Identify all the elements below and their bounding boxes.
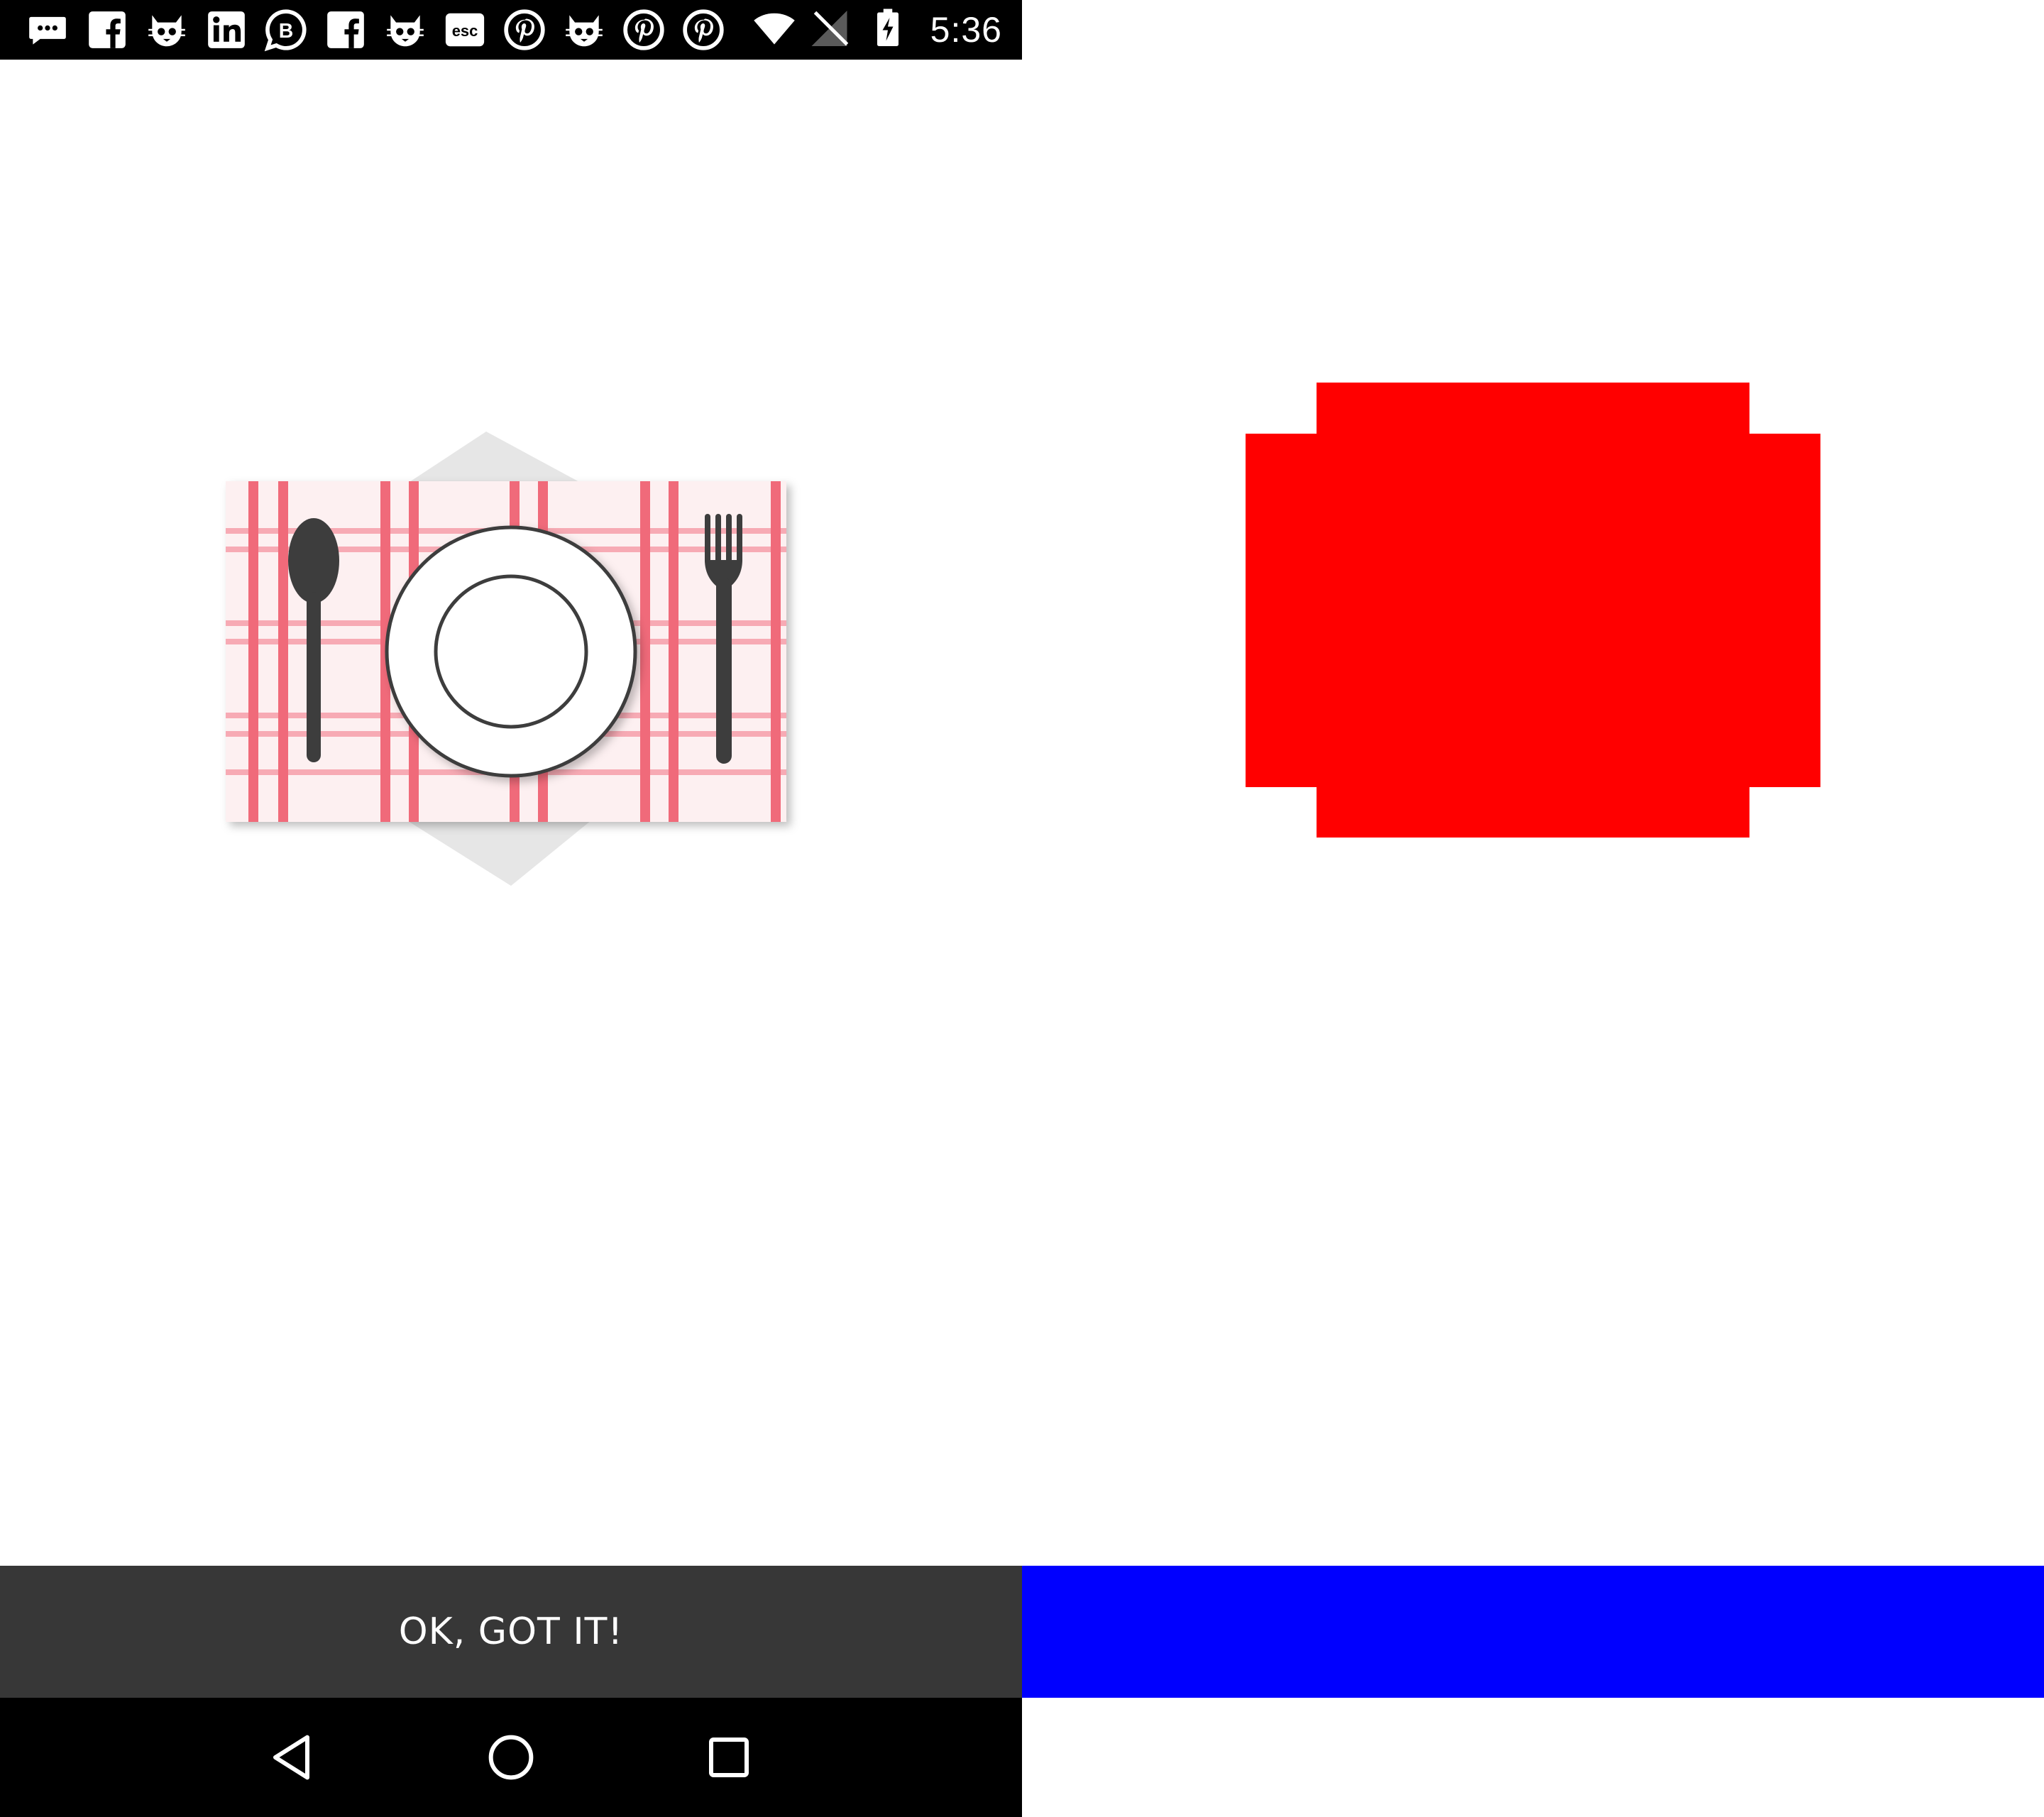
pinterest-icon: [619, 5, 669, 55]
phone-screen: B esc 5:36 OK, GOT IT!: [0, 0, 1022, 1817]
plate: [385, 525, 637, 778]
linkedin-icon: [202, 5, 251, 55]
notification-icons: B esc: [23, 5, 728, 55]
cat-app-icon: [142, 5, 192, 55]
pinterest-icon: [678, 5, 728, 55]
image-region-highlight: [1749, 434, 1820, 787]
battery-charging-icon: [867, 7, 909, 53]
messages-icon: [23, 5, 72, 55]
status-clock: 5:36: [930, 10, 1002, 50]
place-setting-illustration: [226, 432, 786, 886]
home-icon: [488, 1735, 534, 1780]
no-sim-icon: [810, 7, 852, 53]
screen-comparison: B esc 5:36 OK, GOT IT!: [0, 0, 2044, 1817]
b-chat-icon: B: [261, 5, 311, 55]
esc-icon: esc: [440, 5, 490, 55]
wifi-icon: [753, 7, 796, 53]
pinterest-icon: [500, 5, 549, 55]
facebook-icon: [82, 5, 132, 55]
b-chat-letter: B: [279, 20, 294, 43]
image-region-highlight: [1317, 383, 1749, 838]
image-region-highlight: [1246, 434, 1317, 787]
home-button[interactable]: [472, 1718, 550, 1796]
esc-text: esc: [452, 22, 478, 40]
button-region-highlight: [1022, 1566, 2044, 1698]
annotation-panel: [1022, 0, 2044, 1817]
cat-app-icon: [380, 5, 430, 55]
ok-got-it-button[interactable]: OK, GOT IT!: [0, 1566, 1022, 1698]
status-bar: B esc 5:36: [0, 0, 1022, 60]
intro-content: [0, 60, 1022, 1566]
recents-button[interactable]: [690, 1718, 768, 1796]
recents-icon: [708, 1738, 749, 1777]
system-icons: 5:36: [753, 7, 1002, 53]
navigation-bar: [0, 1698, 1022, 1817]
facebook-icon: [321, 5, 370, 55]
back-button[interactable]: [254, 1718, 332, 1796]
back-icon: [273, 1735, 310, 1780]
cat-app-icon: [559, 5, 609, 55]
ok-got-it-label: OK, GOT IT!: [398, 1610, 624, 1653]
